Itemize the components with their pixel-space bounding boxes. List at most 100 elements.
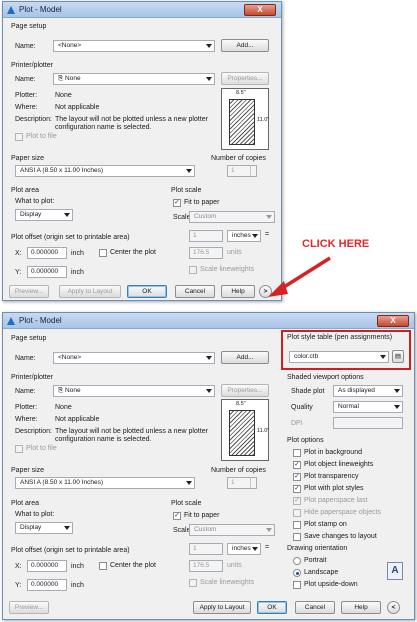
quality-value: Normal: [338, 403, 359, 410]
scale-value-1-input[interactable]: 1: [189, 543, 223, 555]
chevron-down-icon: [266, 528, 272, 532]
apply-to-layout-button[interactable]: Apply to Layout: [59, 285, 121, 298]
what-to-plot-select[interactable]: Display: [15, 522, 73, 534]
plot-style-table-select[interactable]: color.ctb: [289, 351, 389, 363]
plot-offset-group: Plot offset (origin set to printable are…: [11, 234, 133, 241]
offset-x-input[interactable]: 0.000000: [27, 560, 67, 572]
ok-button[interactable]: OK: [257, 601, 287, 614]
scale-value-2-input[interactable]: 176.5: [189, 560, 223, 572]
properties-button[interactable]: Properties...: [221, 72, 269, 85]
plot-option-checkbox[interactable]: [293, 521, 301, 529]
landscape-radio[interactable]: [293, 569, 301, 577]
chevron-down-icon: [206, 356, 212, 360]
plot-option-checkbox[interactable]: ✓: [293, 473, 301, 481]
offset-x-input[interactable]: 0.000000: [27, 247, 67, 259]
offset-y-input[interactable]: 0.000000: [27, 579, 67, 591]
add-page-setup-button[interactable]: Add...: [221, 351, 269, 364]
what-to-plot-label: What to plot:: [15, 511, 55, 518]
offset-x-label: X:: [15, 563, 22, 570]
page-setup-name-select[interactable]: <None>: [53, 352, 215, 364]
paper-hatch-icon: [229, 410, 255, 456]
copies-input[interactable]: 1: [227, 477, 257, 489]
offset-y-input[interactable]: 0.000000: [27, 266, 67, 278]
portrait-radio[interactable]: [293, 557, 301, 565]
scale-value-1-input[interactable]: 1: [189, 230, 223, 242]
close-button[interactable]: X: [244, 4, 276, 16]
plot-option-checkbox[interactable]: ✓: [293, 497, 301, 505]
copies-value: 1: [231, 479, 235, 486]
cancel-button[interactable]: Cancel: [295, 601, 335, 614]
collapse-options-button[interactable]: <: [387, 601, 400, 614]
chevron-down-icon: [394, 405, 400, 409]
units-label: units: [227, 562, 242, 569]
scale-units-select[interactable]: inches: [227, 543, 261, 555]
plot-option-label: Plot in background: [304, 449, 362, 456]
fit-to-paper-checkbox[interactable]: ✓: [173, 512, 181, 520]
units-label: units: [227, 249, 242, 256]
equals-sign: =: [265, 231, 270, 238]
spin-arrows-icon[interactable]: [250, 166, 256, 176]
orientation-preview-icon: A: [387, 562, 403, 580]
scale-value-2-input[interactable]: 176.5: [189, 247, 223, 259]
chevron-down-icon: [380, 355, 386, 359]
what-to-plot-label: What to plot:: [15, 198, 55, 205]
properties-button[interactable]: Properties...: [221, 384, 269, 397]
scale-lineweights-checkbox[interactable]: [189, 579, 197, 587]
center-plot-checkbox[interactable]: [99, 249, 107, 257]
scale-units-value: inches: [232, 545, 251, 552]
description-line-1: The layout will not be plotted unless a …: [55, 116, 208, 123]
what-to-plot-select[interactable]: Display: [15, 209, 73, 221]
paper-size-select[interactable]: ANSI A (8.50 x 11.00 Inches): [15, 165, 195, 177]
plot-style-table-value: color.ctb: [294, 353, 319, 360]
cancel-button[interactable]: Cancel: [175, 285, 215, 298]
title-bar[interactable]: Plot - Model X: [3, 313, 414, 329]
plot-option-checkbox[interactable]: ✓: [293, 485, 301, 493]
add-page-setup-button[interactable]: Add...: [221, 39, 269, 52]
page-setup-name-select[interactable]: <None>: [53, 40, 215, 52]
help-button[interactable]: Help: [221, 285, 255, 298]
printer-name-select[interactable]: ⎘ None: [53, 73, 215, 85]
scale-lineweights-checkbox[interactable]: [189, 266, 197, 274]
apply-to-layout-button[interactable]: Apply to Layout: [193, 601, 251, 614]
dpi-input[interactable]: [333, 417, 403, 429]
paper-size-select[interactable]: ANSI A (8.50 x 11.00 Inches): [15, 477, 195, 489]
copies-input[interactable]: 1: [227, 165, 257, 177]
plot-to-file-checkbox[interactable]: [15, 445, 23, 453]
printer-name-select[interactable]: ⎘ None: [53, 385, 215, 397]
edit-plot-style-button[interactable]: ▤: [392, 350, 404, 363]
fit-to-paper-checkbox[interactable]: ✓: [173, 199, 181, 207]
plot-upside-down-checkbox[interactable]: [293, 581, 301, 589]
spin-arrows-icon[interactable]: [250, 478, 256, 488]
ok-button[interactable]: OK: [127, 285, 167, 298]
plot-option-checkbox[interactable]: [293, 449, 301, 457]
plot-option-checkbox[interactable]: [293, 533, 301, 541]
help-button[interactable]: Help: [341, 601, 381, 614]
chevron-down-icon: [252, 234, 258, 238]
where-label: Where:: [15, 416, 38, 423]
scale-select[interactable]: Custom: [189, 524, 275, 536]
fit-to-paper-label: Fit to paper: [184, 199, 220, 206]
chevron-down-icon: [206, 77, 212, 81]
plotter-value: None: [55, 92, 72, 99]
plot-option-checkbox[interactable]: ✓: [293, 461, 301, 469]
plot-to-file-checkbox[interactable]: [15, 133, 23, 141]
paper-preview: 8.5" 11.0": [221, 399, 269, 461]
plot-to-file-label: Plot to file: [26, 445, 57, 452]
preview-button[interactable]: Preview...: [9, 601, 49, 614]
title-bar[interactable]: Plot - Model X: [3, 2, 281, 18]
fit-to-paper-label: Fit to paper: [184, 512, 220, 519]
shade-plot-select[interactable]: As displayed: [333, 385, 403, 397]
chevron-down-icon: [186, 481, 192, 485]
quality-select[interactable]: Normal: [333, 401, 403, 413]
expand-options-button[interactable]: >: [259, 285, 272, 298]
scale-units-select[interactable]: inches: [227, 230, 261, 242]
printer-icon: ⎘: [58, 387, 66, 394]
close-button[interactable]: X: [377, 315, 409, 327]
paper-width-label: 8.5": [236, 401, 246, 407]
paper-width-label: 8.5": [236, 90, 246, 96]
scale-select[interactable]: Custom: [189, 211, 275, 223]
center-plot-checkbox[interactable]: [99, 562, 107, 570]
plot-option-label: Plot paperspace last: [304, 497, 368, 504]
preview-button[interactable]: Preview...: [9, 285, 49, 298]
plot-option-checkbox[interactable]: [293, 509, 301, 517]
